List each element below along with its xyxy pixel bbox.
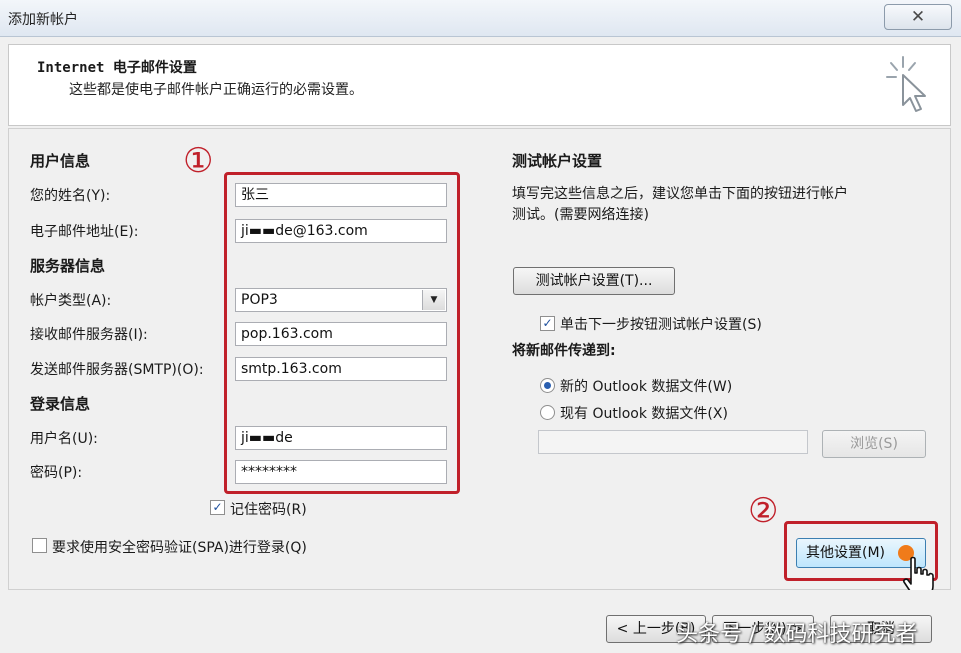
server-info-heading: 服务器信息 (30, 257, 106, 275)
spa-checkbox[interactable] (32, 538, 47, 553)
existing-data-file-radio[interactable] (540, 405, 555, 420)
auto-test-checkbox[interactable]: ✓ (540, 316, 555, 331)
window-title: 添加新帐户 (8, 12, 78, 28)
test-description-line1: 填写完这些信息之后，建议您单击下面的按钮进行帐户 (512, 186, 848, 202)
annotation-marker-2: ② (748, 491, 779, 531)
test-account-button[interactable]: 测试帐户设置(T)... (513, 267, 675, 295)
password-label: 密码(P): (30, 465, 83, 481)
wizard-cursor-icon (886, 56, 926, 112)
new-data-file-radio[interactable] (540, 378, 555, 393)
account-type-label: 帐户类型(A): (30, 293, 112, 309)
auto-test-label: 单击下一步按钮测试帐户设置(S) (560, 317, 762, 333)
more-settings-label: 其他设置(M) (806, 545, 886, 561)
deliver-heading: 将新邮件传递到: (512, 343, 616, 359)
test-settings-heading: 测试帐户设置 (512, 152, 603, 170)
username-label: 用户名(U): (30, 431, 98, 447)
existing-data-file-label: 现有 Outlook 数据文件(X) (560, 406, 728, 422)
spa-label: 要求使用安全密码验证(SPA)进行登录(Q) (52, 540, 307, 556)
annotation-marker-1: ① (183, 141, 214, 181)
incoming-server-label: 接收邮件服务器(I): (30, 327, 148, 343)
name-label: 您的姓名(Y): (30, 188, 111, 204)
title-bar: 添加新帐户 ✕ (0, 0, 961, 37)
add-account-dialog: 添加新帐户 ✕ Internet 电子邮件设置 这些都是使电子邮件帐户正确运行的… (0, 0, 961, 653)
data-file-path-input (538, 430, 808, 454)
remember-password-checkbox[interactable]: ✓ (210, 500, 225, 515)
close-button[interactable]: ✕ (884, 4, 952, 30)
watermark-text: 头条号 / 数码科技研究者 (676, 622, 918, 647)
annotation-box-1 (224, 172, 460, 494)
header-pane: Internet 电子邮件设置 这些都是使电子邮件帐户正确运行的必需设置。 (8, 44, 951, 126)
outgoing-server-label: 发送邮件服务器(SMTP)(O): (30, 362, 204, 378)
email-label: 电子邮件地址(E): (30, 224, 139, 240)
new-data-file-label: 新的 Outlook 数据文件(W) (560, 379, 733, 395)
remember-password-label: 记住密码(R) (230, 502, 307, 518)
page-title: Internet 电子邮件设置 (37, 60, 197, 76)
page-subtitle: 这些都是使电子邮件帐户正确运行的必需设置。 (69, 82, 363, 98)
browse-button: 浏览(S) (822, 430, 926, 458)
login-info-heading: 登录信息 (30, 395, 91, 413)
user-info-heading: 用户信息 (30, 152, 91, 170)
test-description-line2: 测试。(需要网络连接) (512, 207, 649, 223)
